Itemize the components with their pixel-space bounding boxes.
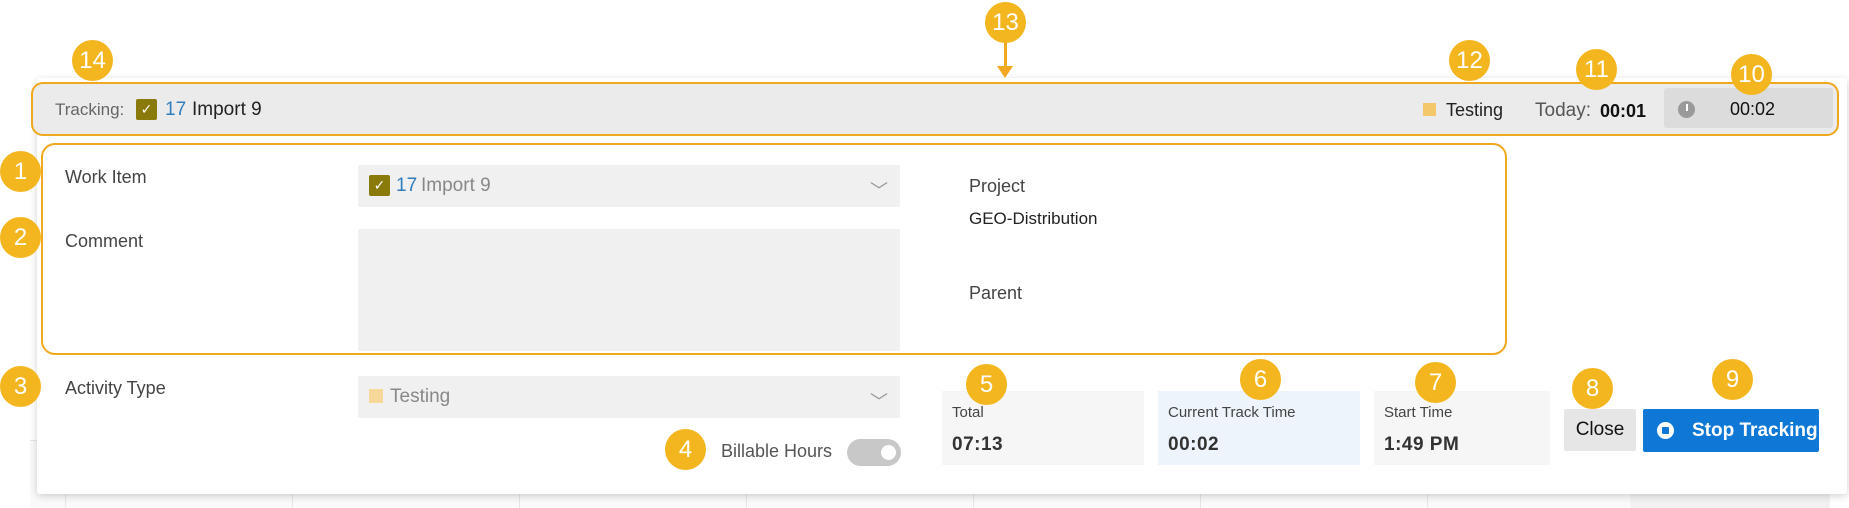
activity-color-swatch (369, 389, 383, 403)
work-item-id: 17 (396, 175, 418, 196)
callout-badge: 9 (1712, 359, 1753, 400)
comment-label: Comment (65, 231, 144, 251)
start-time-label: Start Time (1384, 404, 1453, 421)
comment-textarea[interactable] (358, 229, 900, 351)
start-time-stat: Start Time 1:49 PM (1374, 391, 1550, 465)
total-label: Total (952, 404, 984, 421)
stop-tracking-button[interactable]: Stop Tracking (1643, 409, 1819, 452)
current-track-label: Current Track Time (1168, 404, 1296, 421)
callout-badge: 12 (1449, 40, 1490, 81)
task-check-icon: ✓ (136, 99, 157, 120)
activity-type-value: Testing (390, 386, 451, 407)
callout-badge: 1 (0, 151, 41, 192)
parent-label: Parent (969, 283, 1023, 303)
tracking-work-item-id[interactable]: 17 (165, 99, 186, 121)
activity-type-label: Activity Type (65, 378, 166, 398)
billable-hours-label: Billable Hours (721, 441, 833, 461)
callout-badge: 8 (1572, 368, 1613, 409)
callout-badge: 5 (966, 364, 1007, 405)
stop-tracking-label: Stop Tracking (1692, 420, 1818, 441)
timer-value: 00:02 (1730, 99, 1776, 119)
callout-badge: 10 (1731, 54, 1772, 95)
callout-badge: 4 (665, 429, 706, 470)
total-stat: Total 07:13 (942, 391, 1144, 465)
chevron-down-icon: ﹀ (870, 181, 888, 201)
work-item-label: Work Item (65, 167, 147, 187)
callout-badge: 7 (1415, 362, 1456, 403)
tracking-bar: Tracking: ✓ 17 Import 9 Testing Today: 0… (31, 82, 1839, 136)
activity-type-select[interactable]: Testing ﹀ (358, 376, 900, 418)
tracking-work-item-name[interactable]: Import 9 (192, 99, 262, 121)
start-time-value: 1:49 PM (1384, 434, 1460, 455)
close-button[interactable]: Close (1564, 409, 1636, 451)
callout-badge: 6 (1240, 359, 1281, 400)
today-label: Today: (1535, 100, 1591, 121)
today-value: 00:01 (1600, 101, 1647, 121)
project-value: GEO-Distribution (969, 209, 1098, 228)
current-track-stat: Current Track Time 00:02 (1158, 391, 1360, 465)
callout-badge: 14 (72, 40, 113, 81)
tracking-activity: Testing (1446, 100, 1504, 120)
callout-badge: 13 (985, 2, 1026, 43)
work-item-name: Import 9 (421, 175, 491, 196)
callout-arrow-head (997, 66, 1013, 78)
chevron-down-icon: ﹀ (870, 392, 888, 412)
task-check-icon: ✓ (369, 175, 390, 196)
callout-badge: 11 (1576, 49, 1617, 90)
callout-badge: 3 (0, 366, 41, 407)
stop-icon (1657, 422, 1674, 439)
project-label: Project (969, 176, 1026, 196)
current-track-value: 00:02 (1168, 434, 1220, 455)
activity-color-swatch (1423, 103, 1436, 116)
tracking-label: Tracking: (55, 100, 125, 119)
work-item-select[interactable]: ✓ 17 Import 9 ﹀ (358, 165, 900, 207)
callout-badge: 2 (0, 217, 41, 258)
billable-hours-toggle[interactable] (847, 439, 901, 466)
clock-icon (1678, 101, 1695, 118)
total-value: 07:13 (952, 434, 1004, 455)
